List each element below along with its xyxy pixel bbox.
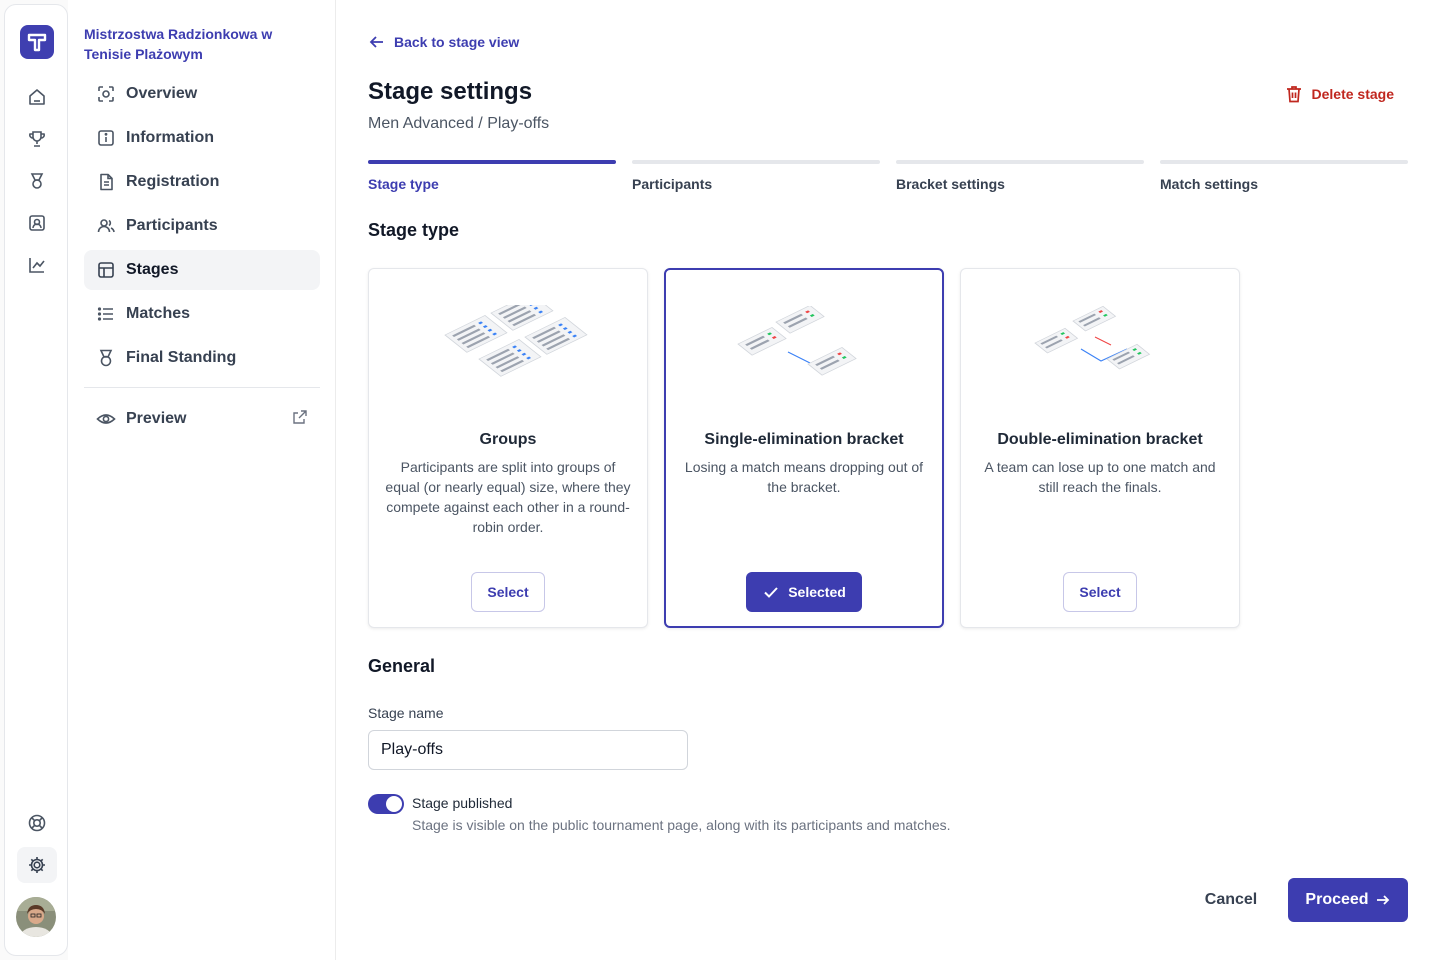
sidebar-item-stages[interactable]: Stages: [84, 250, 320, 290]
step-label: Stage type: [368, 176, 439, 192]
card-title: Double-elimination bracket: [997, 431, 1203, 448]
help-icon[interactable]: [17, 805, 57, 841]
list-icon: [96, 304, 116, 324]
page-title: Stage settings: [368, 78, 533, 105]
back-link-label: Back to stage view: [394, 34, 520, 50]
card-description: Losing a match means dropping out of the…: [684, 459, 924, 495]
sidebar-divider: [84, 387, 320, 388]
sidebar-item-registration[interactable]: Registration: [84, 162, 320, 202]
proceed-label: Proceed: [1305, 891, 1369, 908]
double-elimination-illustration: [1021, 305, 1181, 395]
external-link-icon: [292, 409, 308, 430]
sidebar-item-label: Stages: [126, 261, 179, 278]
medal-icon: [96, 348, 116, 368]
stage-type-heading: Stage type: [368, 220, 460, 240]
general-heading: General: [368, 656, 436, 676]
step-label: Match settings: [1160, 176, 1259, 192]
back-link[interactable]: Back to stage view: [368, 32, 519, 52]
sidebar-item-overview[interactable]: Overview: [84, 74, 320, 114]
icon-rail: [4, 4, 68, 956]
stage-type-card-groups[interactable]: Groups Participants are split into group…: [368, 268, 648, 628]
stage-type-card-single-elimination[interactable]: Single-elimination bracket Losing a matc…: [664, 268, 944, 628]
step-label: Participants: [632, 176, 713, 192]
stages-icon: [96, 260, 116, 280]
info-icon: [96, 128, 116, 148]
trophy-icon[interactable]: [17, 121, 57, 157]
card-description: A team can lose up to one match and stil…: [984, 459, 1216, 495]
single-elimination-illustration: [726, 304, 886, 396]
step-bracket-settings[interactable]: Bracket settings: [896, 160, 1144, 192]
tournament-name[interactable]: Mistrzostwa Radzionkowa w Tenisie Plażow…: [84, 24, 304, 64]
overview-icon: [96, 84, 116, 104]
main-content: Back to stage view Stage settings Men Ad…: [336, 0, 1440, 960]
sidebar-item-label: Registration: [126, 173, 220, 190]
sidebar-item-final-standing[interactable]: Final Standing: [84, 338, 320, 378]
sidebar-item-label: Matches: [126, 305, 191, 322]
card-title: Groups: [479, 431, 537, 448]
arrow-left-icon: [369, 36, 383, 48]
step-progress-bar: [632, 160, 880, 164]
avatar[interactable]: [16, 897, 56, 937]
sidebar: Mistrzostwa Radzionkowa w Tenisie Plażow…: [68, 0, 336, 960]
sidebar-item-label: Preview: [126, 410, 187, 427]
cancel-label: Cancel: [1204, 891, 1258, 908]
card-title: Single-elimination bracket: [704, 431, 904, 448]
delete-stage-label: Delete stage: [1311, 86, 1394, 102]
step-label: Bracket settings: [896, 176, 1005, 192]
user-badge-icon[interactable]: [17, 205, 57, 241]
button-label: Selected: [788, 584, 846, 600]
step-stage-type[interactable]: Stage type: [368, 160, 616, 192]
step-participants[interactable]: Participants: [632, 160, 880, 192]
stage-name-label: Stage name: [368, 705, 444, 721]
check-icon: [764, 587, 778, 598]
stage-name-input[interactable]: Play-offs: [368, 730, 688, 770]
selected-single-elimination-button[interactable]: Selected: [746, 572, 862, 612]
sidebar-item-label: Information: [126, 129, 214, 146]
proceed-button[interactable]: Proceed: [1288, 878, 1408, 922]
settings-icon[interactable]: [17, 847, 57, 883]
chart-icon[interactable]: [17, 247, 57, 283]
sidebar-item-label: Final Standing: [126, 349, 237, 366]
stage-name-value: Play-offs: [381, 741, 443, 758]
stage-published-description: Stage is visible on the public tournamen…: [412, 817, 951, 833]
trash-icon: [1286, 86, 1301, 103]
step-match-settings[interactable]: Match settings: [1160, 160, 1408, 192]
card-description: Participants are split into groups of eq…: [385, 459, 631, 535]
stage-published-toggle[interactable]: [368, 794, 404, 814]
document-icon: [96, 172, 116, 192]
stage-published-label: Stage published: [412, 795, 513, 811]
arrow-right-icon: [1376, 895, 1389, 905]
step-progress-bar: [1160, 160, 1408, 164]
logo-icon[interactable]: [20, 25, 54, 59]
select-groups-button[interactable]: Select: [471, 572, 545, 612]
step-progress-bar: [368, 160, 616, 164]
step-progress-bar: [896, 160, 1144, 164]
button-label: Select: [487, 584, 529, 600]
medal-icon[interactable]: [17, 163, 57, 199]
page-subtitle: Men Advanced / Play-offs: [368, 115, 550, 132]
stage-type-card-double-elimination[interactable]: Double-elimination bracket A team can lo…: [960, 268, 1240, 628]
eye-icon: [96, 409, 116, 429]
sidebar-item-matches[interactable]: Matches: [84, 294, 320, 334]
sidebar-item-label: Overview: [126, 85, 198, 102]
sidebar-item-information[interactable]: Information: [84, 118, 320, 158]
select-double-elimination-button[interactable]: Select: [1063, 572, 1137, 612]
delete-stage-button[interactable]: Delete stage: [1284, 84, 1394, 104]
cancel-button[interactable]: Cancel: [1192, 878, 1270, 922]
sidebar-item-preview[interactable]: Preview: [84, 399, 320, 439]
toggle-knob: [386, 796, 402, 812]
button-label: Select: [1079, 584, 1121, 600]
home-icon[interactable]: [17, 79, 57, 115]
sidebar-item-label: Participants: [126, 217, 218, 234]
users-icon: [96, 216, 116, 236]
sidebar-item-participants[interactable]: Participants: [84, 206, 320, 246]
groups-illustration: [429, 293, 589, 395]
